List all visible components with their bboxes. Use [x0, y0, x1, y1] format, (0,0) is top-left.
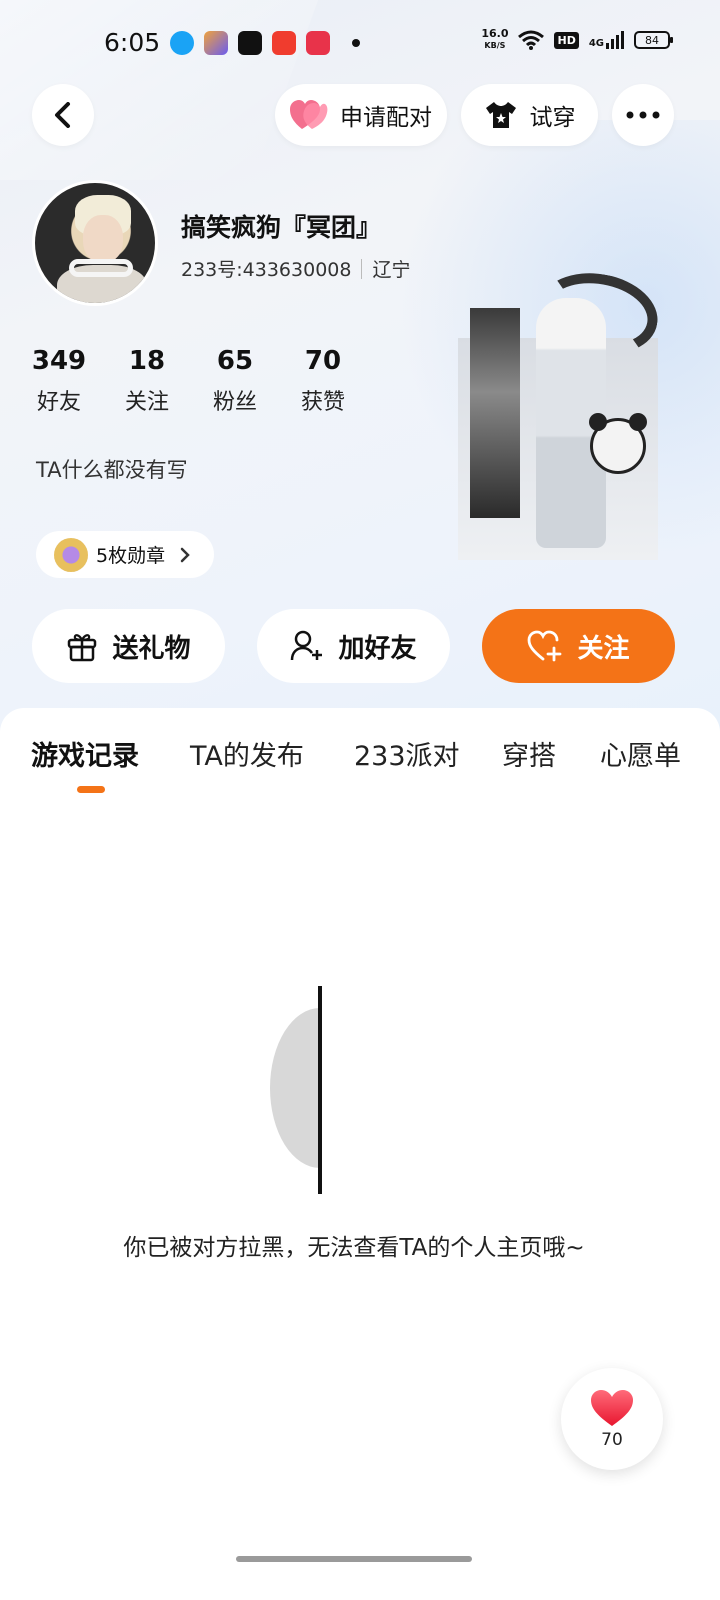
- content-panel: 游戏记录 TA的发布 233派对 穿搭 心愿单 你已被对方拉黑，无法查看TA的个…: [0, 708, 720, 1600]
- add-friend-label: 加好友: [338, 633, 417, 664]
- send-gift-label: 送礼物: [112, 633, 191, 664]
- more-dots-icon: [626, 111, 660, 119]
- badges-button[interactable]: 5枚勋章: [36, 531, 214, 578]
- network-speed: 16.0 KB/S: [481, 28, 508, 52]
- user-id[interactable]: 233号:433630008: [181, 255, 351, 282]
- more-notifications-dot: [352, 39, 360, 47]
- panda-prop: [589, 413, 647, 474]
- stat-label: 好友: [36, 390, 81, 415]
- battery-level: 84: [645, 33, 659, 47]
- stat-likes[interactable]: 70 获赞: [300, 346, 346, 416]
- stat-label: 获赞: [300, 390, 345, 415]
- network-speed-value: 16.0: [481, 27, 509, 40]
- user-id-line: 233号:433630008 辽宁: [181, 255, 410, 282]
- browser-app-icon: [170, 31, 194, 55]
- request-pair-button[interactable]: 申请配对: [275, 84, 447, 146]
- notification-icons: [170, 31, 360, 55]
- back-arrow-icon: [55, 102, 70, 128]
- request-pair-label: 申请配对: [340, 105, 432, 131]
- wifi-icon: [518, 30, 545, 50]
- video-app-icon: [272, 31, 296, 55]
- tab-wishlist[interactable]: 心愿单: [600, 734, 681, 773]
- badges-label: 5枚勋章: [96, 545, 166, 567]
- send-gift-button[interactable]: 送礼物: [32, 609, 225, 683]
- blocked-illustration: [270, 986, 330, 1196]
- uid-separator: [361, 258, 363, 279]
- like-count: 70: [601, 1430, 623, 1450]
- username: 搞笑疯狗『冥团』: [181, 213, 382, 242]
- heart-icon: [591, 1390, 633, 1426]
- stat-value: 65: [216, 346, 254, 376]
- double-heart-icon: [290, 100, 328, 129]
- try-on-label: 试穿: [529, 105, 576, 131]
- tshirt-icon: [485, 102, 516, 128]
- chevron-right-icon: [180, 547, 190, 562]
- status-bar: 6:05 16.0 KB/S HD 4G 84: [0, 0, 720, 88]
- hd-icon: HD: [554, 31, 579, 49]
- follow-label: 关注: [577, 633, 630, 664]
- stat-value: 349: [31, 346, 87, 376]
- stat-label: 关注: [124, 390, 169, 415]
- status-time: 6:05: [104, 28, 161, 57]
- flag-prop: [470, 308, 520, 518]
- blocked-message: 你已被对方拉黑，无法查看TA的个人主页哦~: [123, 1235, 585, 1261]
- try-on-button[interactable]: 试穿: [461, 84, 598, 146]
- network-type: 4G: [588, 38, 604, 49]
- stat-friends[interactable]: 349 好友: [32, 346, 86, 416]
- gift-icon: [68, 634, 97, 662]
- stat-label: 粉丝: [212, 390, 257, 415]
- add-friend-button[interactable]: 加好友: [257, 609, 450, 683]
- active-tab-indicator: [77, 786, 105, 793]
- tab-posts[interactable]: TA的发布: [190, 734, 304, 773]
- store-app-icon: [204, 31, 228, 55]
- capcut-app-icon: [238, 31, 262, 55]
- status-indicators: 16.0 KB/S HD 4G 84: [481, 28, 673, 52]
- stat-value: 70: [304, 346, 342, 376]
- stat-fans[interactable]: 65 粉丝: [212, 346, 258, 416]
- heart-app-icon: [306, 31, 330, 55]
- follow-button[interactable]: 关注: [482, 609, 675, 683]
- signal-icon: 4G: [589, 31, 624, 49]
- profile-tabs: 游戏记录 TA的发布 233派对 穿搭 心愿单: [0, 734, 720, 774]
- like-button[interactable]: 70: [561, 1368, 663, 1470]
- user-location: 辽宁: [372, 259, 411, 281]
- home-indicator[interactable]: [236, 1556, 472, 1562]
- avatar[interactable]: [32, 180, 158, 306]
- network-speed-unit: KB/S: [484, 41, 506, 50]
- profile-stats: 349 好友 18 关注 65 粉丝 70 获赞: [32, 346, 346, 416]
- stat-following[interactable]: 18 关注: [124, 346, 170, 416]
- medal-icon: [54, 537, 88, 572]
- heart-plus-icon: [528, 630, 562, 662]
- battery-icon: 84: [634, 31, 673, 49]
- back-button[interactable]: [32, 84, 94, 146]
- add-user-icon: [291, 630, 323, 661]
- more-options-button[interactable]: [612, 84, 674, 146]
- bio-text: TA什么都没有写: [36, 458, 188, 482]
- tab-party[interactable]: 233派对: [354, 734, 460, 773]
- stat-value: 18: [128, 346, 166, 376]
- tab-game-records[interactable]: 游戏记录: [31, 734, 139, 773]
- avatar-figure[interactable]: [458, 264, 665, 560]
- tab-outfits[interactable]: 穿搭: [502, 734, 556, 773]
